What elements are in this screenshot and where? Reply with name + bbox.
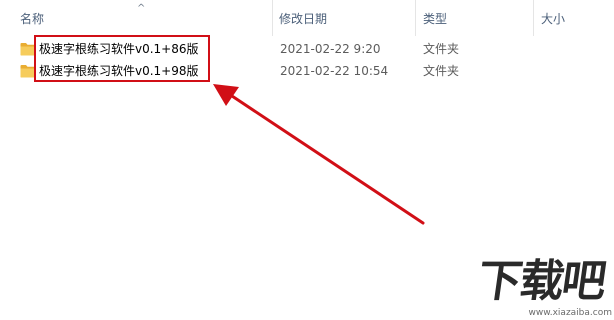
column-header-name[interactable]: 名称 <box>20 11 44 27</box>
sort-ascending-icon: ^ <box>137 3 146 14</box>
column-divider[interactable] <box>533 0 534 36</box>
column-header-date[interactable]: 修改日期 <box>279 11 327 27</box>
watermark-title: 下载吧 <box>474 256 608 307</box>
file-type: 文件夹 <box>423 64 460 78</box>
watermark-logo: 下载吧 www.xiazaiba.com <box>474 256 614 320</box>
column-header-type[interactable]: 类型 <box>423 11 447 27</box>
file-date: 2021-02-22 10:54 <box>280 64 389 78</box>
column-divider[interactable] <box>415 0 416 36</box>
file-type: 文件夹 <box>423 42 460 56</box>
column-header-bar: 名称 ^ 修改日期 类型 大小 <box>0 0 614 36</box>
column-divider[interactable] <box>272 0 273 36</box>
file-date: 2021-02-22 9:20 <box>280 42 381 56</box>
watermark-url: www.xiazaiba.com <box>528 308 612 318</box>
annotation-highlight-box <box>34 35 210 82</box>
column-header-size[interactable]: 大小 <box>541 11 565 27</box>
